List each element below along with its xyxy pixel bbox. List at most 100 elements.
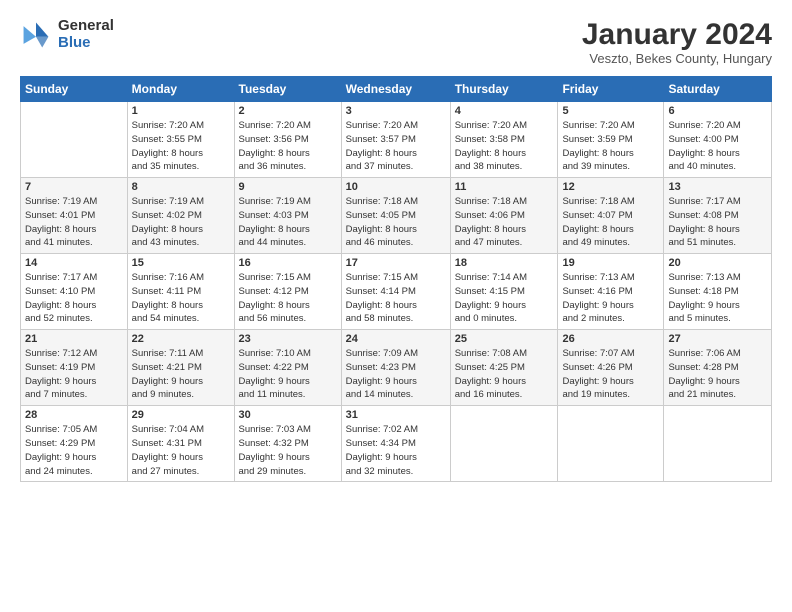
calendar-cell: 26 Sunrise: 7:07 AM Sunset: 4:26 PM Dayli… — [558, 330, 664, 406]
calendar-cell: 30 Sunrise: 7:03 AM Sunset: 4:32 PM Dayli… — [234, 406, 341, 482]
day-info: Sunrise: 7:20 AM Sunset: 4:00 PM Dayligh… — [668, 119, 767, 174]
calendar-cell: 22 Sunrise: 7:11 AM Sunset: 4:21 PM Dayli… — [127, 330, 234, 406]
day-number: 10 — [346, 181, 446, 193]
calendar-cell: 7 Sunrise: 7:19 AM Sunset: 4:01 PM Daylig… — [21, 178, 128, 254]
day-number: 15 — [132, 257, 230, 269]
calendar-cell: 12 Sunrise: 7:18 AM Sunset: 4:07 PM Dayli… — [558, 178, 664, 254]
day-number: 13 — [668, 181, 767, 193]
weekday-header-monday: Monday — [127, 77, 234, 102]
calendar-cell — [558, 406, 664, 482]
calendar-cell: 20Sunrise: 7:13 AM Sunset: 4:18 PM Dayli… — [664, 254, 772, 330]
day-info: Sunrise: 7:10 AM Sunset: 4:22 PM Dayligh… — [239, 347, 337, 402]
calendar-cell: 6 Sunrise: 7:20 AM Sunset: 4:00 PM Daylig… — [664, 102, 772, 178]
title-block: January 2024 Veszto, Bekes County, Hunga… — [582, 18, 772, 66]
weekday-header-saturday: Saturday — [664, 77, 772, 102]
day-info: Sunrise: 7:18 AM Sunset: 4:07 PM Dayligh… — [562, 195, 659, 250]
day-number: 6 — [668, 105, 767, 117]
day-info: Sunrise: 7:16 AM Sunset: 4:11 PM Dayligh… — [132, 271, 230, 326]
calendar-cell: 11Sunrise: 7:18 AM Sunset: 4:06 PM Dayli… — [450, 178, 558, 254]
calendar-cell: 10 Sunrise: 7:18 AM Sunset: 4:05 PM Dayli… — [341, 178, 450, 254]
logo: General Blue — [20, 18, 114, 51]
calendar-cell — [450, 406, 558, 482]
day-info: Sunrise: 7:08 AM Sunset: 4:25 PM Dayligh… — [455, 347, 554, 402]
calendar-cell: 27Sunrise: 7:06 AM Sunset: 4:28 PM Dayli… — [664, 330, 772, 406]
calendar-cell: 16 Sunrise: 7:15 AM Sunset: 4:12 PM Dayli… — [234, 254, 341, 330]
day-info: Sunrise: 7:20 AM Sunset: 3:57 PM Dayligh… — [346, 119, 446, 174]
day-number: 28 — [25, 409, 123, 421]
day-number: 2 — [239, 105, 337, 117]
day-number: 7 — [25, 181, 123, 193]
day-info: Sunrise: 7:20 AM Sunset: 3:55 PM Dayligh… — [132, 119, 230, 174]
calendar-cell: 23 Sunrise: 7:10 AM Sunset: 4:22 PM Dayli… — [234, 330, 341, 406]
day-info: Sunrise: 7:04 AM Sunset: 4:31 PM Dayligh… — [132, 423, 230, 478]
calendar-cell: 21 Sunrise: 7:12 AM Sunset: 4:19 PM Dayli… — [21, 330, 128, 406]
calendar-week-row: 14 Sunrise: 7:17 AM Sunset: 4:10 PM Dayli… — [21, 254, 772, 330]
day-info: Sunrise: 7:19 AM Sunset: 4:02 PM Dayligh… — [132, 195, 230, 250]
calendar-week-row: 28 Sunrise: 7:05 AM Sunset: 4:29 PM Dayli… — [21, 406, 772, 482]
calendar-cell: 4Sunrise: 7:20 AM Sunset: 3:58 PM Daylig… — [450, 102, 558, 178]
calendar-cell: 18Sunrise: 7:14 AM Sunset: 4:15 PM Dayli… — [450, 254, 558, 330]
day-info: Sunrise: 7:15 AM Sunset: 4:14 PM Dayligh… — [346, 271, 446, 326]
calendar-cell: 25 Sunrise: 7:08 AM Sunset: 4:25 PM Dayli… — [450, 330, 558, 406]
header: General Blue January 2024 Veszto, Bekes … — [20, 18, 772, 66]
location: Veszto, Bekes County, Hungary — [582, 51, 772, 66]
day-info: Sunrise: 7:02 AM Sunset: 4:34 PM Dayligh… — [346, 423, 446, 478]
weekday-header-wednesday: Wednesday — [341, 77, 450, 102]
day-number: 29 — [132, 409, 230, 421]
day-info: Sunrise: 7:06 AM Sunset: 4:28 PM Dayligh… — [668, 347, 767, 402]
day-number: 31 — [346, 409, 446, 421]
day-info: Sunrise: 7:12 AM Sunset: 4:19 PM Dayligh… — [25, 347, 123, 402]
calendar-table: SundayMondayTuesdayWednesdayThursdayFrid… — [20, 76, 772, 482]
calendar-week-row: 21 Sunrise: 7:12 AM Sunset: 4:19 PM Dayli… — [21, 330, 772, 406]
day-number: 22 — [132, 333, 230, 345]
day-number: 26 — [562, 333, 659, 345]
logo-text: General Blue — [58, 18, 114, 51]
day-info: Sunrise: 7:19 AM Sunset: 4:03 PM Dayligh… — [239, 195, 337, 250]
day-number: 12 — [562, 181, 659, 193]
day-number: 4 — [455, 105, 554, 117]
day-number: 30 — [239, 409, 337, 421]
day-info: Sunrise: 7:07 AM Sunset: 4:26 PM Dayligh… — [562, 347, 659, 402]
day-number: 8 — [132, 181, 230, 193]
day-info: Sunrise: 7:18 AM Sunset: 4:05 PM Dayligh… — [346, 195, 446, 250]
calendar-cell: 13 Sunrise: 7:17 AM Sunset: 4:08 PM Dayli… — [664, 178, 772, 254]
day-number: 25 — [455, 333, 554, 345]
calendar-week-row: 7 Sunrise: 7:19 AM Sunset: 4:01 PM Daylig… — [21, 178, 772, 254]
day-number: 9 — [239, 181, 337, 193]
day-info: Sunrise: 7:14 AM Sunset: 4:15 PM Dayligh… — [455, 271, 554, 326]
day-info: Sunrise: 7:11 AM Sunset: 4:21 PM Dayligh… — [132, 347, 230, 402]
logo-blue: Blue — [58, 35, 114, 52]
calendar-cell — [21, 102, 128, 178]
day-info: Sunrise: 7:13 AM Sunset: 4:16 PM Dayligh… — [562, 271, 659, 326]
calendar-cell: 5 Sunrise: 7:20 AM Sunset: 3:59 PM Daylig… — [558, 102, 664, 178]
day-info: Sunrise: 7:19 AM Sunset: 4:01 PM Dayligh… — [25, 195, 123, 250]
logo-general: General — [58, 18, 114, 35]
month-title: January 2024 — [582, 18, 772, 51]
day-info: Sunrise: 7:17 AM Sunset: 4:08 PM Dayligh… — [668, 195, 767, 250]
calendar-cell: 14 Sunrise: 7:17 AM Sunset: 4:10 PM Dayli… — [21, 254, 128, 330]
day-info: Sunrise: 7:15 AM Sunset: 4:12 PM Dayligh… — [239, 271, 337, 326]
day-info: Sunrise: 7:09 AM Sunset: 4:23 PM Dayligh… — [346, 347, 446, 402]
calendar-cell: 31 Sunrise: 7:02 AM Sunset: 4:34 PM Dayli… — [341, 406, 450, 482]
calendar-week-row: 1Sunrise: 7:20 AM Sunset: 3:55 PM Daylig… — [21, 102, 772, 178]
calendar-cell: 28 Sunrise: 7:05 AM Sunset: 4:29 PM Dayli… — [21, 406, 128, 482]
day-number: 21 — [25, 333, 123, 345]
day-number: 23 — [239, 333, 337, 345]
day-info: Sunrise: 7:20 AM Sunset: 3:56 PM Dayligh… — [239, 119, 337, 174]
day-info: Sunrise: 7:03 AM Sunset: 4:32 PM Dayligh… — [239, 423, 337, 478]
page: General Blue January 2024 Veszto, Bekes … — [0, 0, 792, 612]
calendar-cell — [664, 406, 772, 482]
calendar-cell: 29 Sunrise: 7:04 AM Sunset: 4:31 PM Dayli… — [127, 406, 234, 482]
day-number: 16 — [239, 257, 337, 269]
day-number: 5 — [562, 105, 659, 117]
day-number: 14 — [25, 257, 123, 269]
day-info: Sunrise: 7:05 AM Sunset: 4:29 PM Dayligh… — [25, 423, 123, 478]
calendar-cell: 3 Sunrise: 7:20 AM Sunset: 3:57 PM Daylig… — [341, 102, 450, 178]
day-number: 20 — [668, 257, 767, 269]
day-info: Sunrise: 7:17 AM Sunset: 4:10 PM Dayligh… — [25, 271, 123, 326]
day-number: 3 — [346, 105, 446, 117]
weekday-header-friday: Friday — [558, 77, 664, 102]
day-number: 19 — [562, 257, 659, 269]
day-info: Sunrise: 7:20 AM Sunset: 3:59 PM Dayligh… — [562, 119, 659, 174]
weekday-header-sunday: Sunday — [21, 77, 128, 102]
